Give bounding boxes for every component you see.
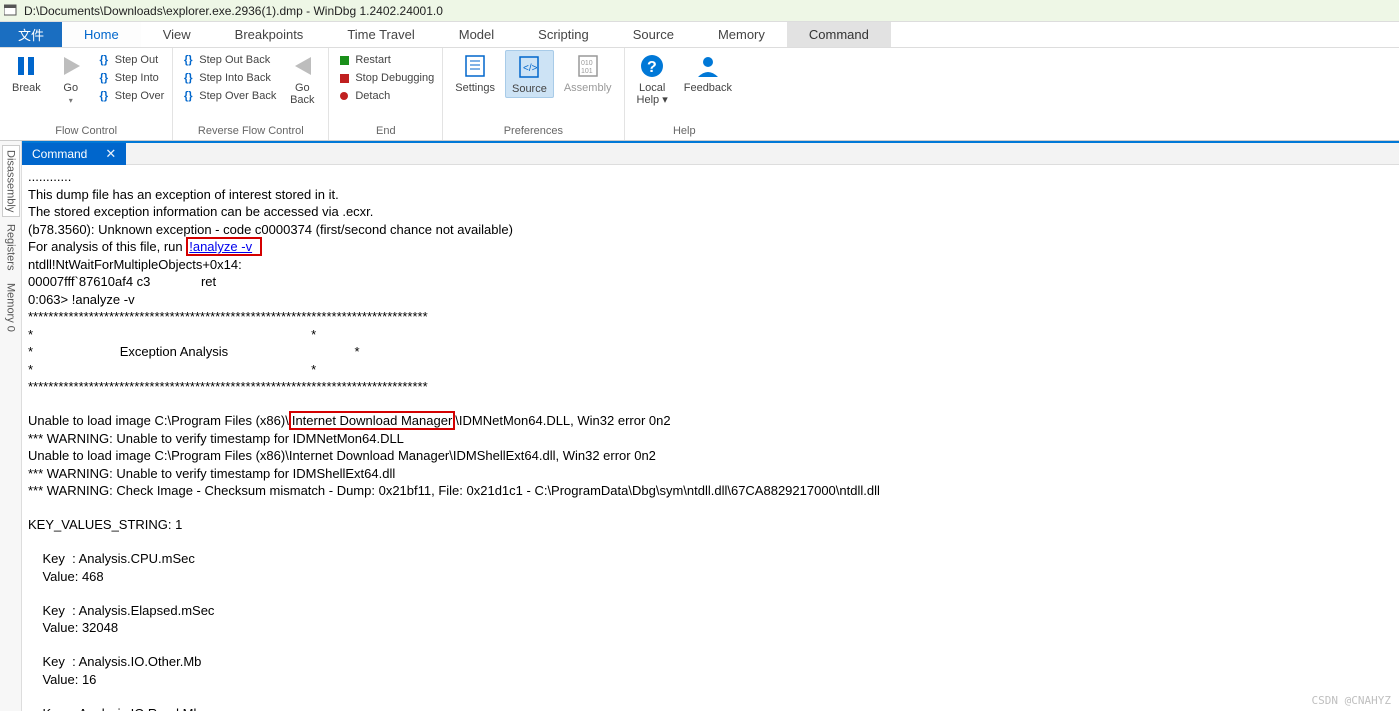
group-flow-control: Break Go ▾ {}Step Out {}Step Into {}Step… (0, 48, 173, 140)
step-over-back-icon: {} (181, 89, 195, 103)
side-tab-memory0[interactable]: Memory 0 (2, 278, 20, 337)
play-back-icon (288, 52, 316, 80)
highlight-idm: Internet Download Manager (289, 411, 455, 430)
ribbon-tabs: 文件 Home View Breakpoints Time Travel Mod… (0, 22, 1399, 48)
local-help-button[interactable]: ? Local Help ▾ (631, 50, 674, 108)
go-back-button[interactable]: Go Back (282, 50, 322, 108)
step-into-back-button[interactable]: {}Step Into Back (179, 70, 278, 86)
command-panel: Command ✕ ............ This dump file ha… (22, 141, 1399, 711)
source-button[interactable]: </> Source (505, 50, 554, 98)
group-preferences: Settings </> Source 010101 Assembly Pref… (443, 48, 624, 140)
step-over-button[interactable]: {}Step Over (95, 88, 167, 104)
step-out-back-icon: {} (181, 53, 195, 67)
restart-icon (337, 53, 351, 67)
tab-memory[interactable]: Memory (696, 22, 787, 47)
command-panel-tab[interactable]: Command ✕ (22, 143, 126, 165)
step-over-back-button[interactable]: {}Step Over Back (179, 88, 278, 104)
title-bar: D:\Documents\Downloads\explorer.exe.2936… (0, 0, 1399, 22)
stop-debugging-button[interactable]: Stop Debugging (335, 70, 436, 86)
step-out-icon: {} (97, 53, 111, 67)
group-help: ? Local Help ▾ Feedback Help (625, 48, 745, 140)
close-icon[interactable]: ✕ (105, 146, 116, 162)
tab-breakpoints[interactable]: Breakpoints (213, 22, 326, 47)
tab-scripting[interactable]: Scripting (516, 22, 611, 47)
svg-text:</>: </> (523, 63, 538, 74)
window-title: D:\Documents\Downloads\explorer.exe.2936… (24, 4, 443, 18)
chevron-down-icon: ▾ (69, 96, 73, 105)
step-out-button[interactable]: {}Step Out (95, 52, 167, 68)
group-reverse-flow: {}Step Out Back {}Step Into Back {}Step … (173, 48, 329, 140)
detach-button[interactable]: Detach (335, 88, 436, 104)
settings-button[interactable]: Settings (449, 50, 501, 96)
step-into-icon: {} (97, 71, 111, 85)
tab-home[interactable]: Home (62, 22, 141, 47)
break-button[interactable]: Break (6, 50, 47, 96)
feedback-icon (694, 52, 722, 80)
side-tab-strip: Disassembly Registers Memory 0 (0, 141, 22, 711)
command-panel-title: Command (32, 147, 87, 161)
tab-file[interactable]: 文件 (0, 22, 62, 47)
stop-icon (337, 71, 351, 85)
command-panel-header: Command ✕ (22, 143, 1399, 165)
ribbon: Break Go ▾ {}Step Out {}Step Into {}Step… (0, 48, 1399, 141)
command-output[interactable]: ............ This dump file has an excep… (22, 165, 1399, 711)
tab-source[interactable]: Source (611, 22, 696, 47)
help-icon: ? (638, 52, 666, 80)
go-button[interactable]: Go ▾ (51, 50, 91, 107)
watermark: CSDN @CNAHYZ (1312, 694, 1391, 707)
pause-icon (12, 52, 40, 80)
source-icon: </> (515, 53, 543, 81)
step-into-back-icon: {} (181, 71, 195, 85)
step-out-back-button[interactable]: {}Step Out Back (179, 52, 278, 68)
assembly-icon: 010101 (574, 52, 602, 80)
step-into-button[interactable]: {}Step Into (95, 70, 167, 86)
group-end: Restart Stop Debugging Detach End (329, 48, 443, 140)
side-tab-disassembly[interactable]: Disassembly (2, 145, 20, 217)
restart-button[interactable]: Restart (335, 52, 436, 68)
tab-view[interactable]: View (141, 22, 213, 47)
play-icon (57, 52, 85, 80)
analyze-link[interactable]: !analyze -v (189, 239, 252, 254)
settings-icon (461, 52, 489, 80)
tab-time-travel[interactable]: Time Travel (325, 22, 436, 47)
step-over-icon: {} (97, 89, 111, 103)
svg-text:101: 101 (581, 68, 593, 75)
tab-model[interactable]: Model (437, 22, 516, 47)
app-icon (4, 4, 18, 18)
assembly-button[interactable]: 010101 Assembly (558, 50, 618, 96)
svg-text:010: 010 (581, 60, 593, 67)
tab-command[interactable]: Command (787, 22, 891, 47)
side-tab-registers[interactable]: Registers (2, 219, 20, 275)
detach-icon (337, 89, 351, 103)
svg-text:?: ? (647, 59, 657, 76)
feedback-button[interactable]: Feedback (678, 50, 738, 96)
workspace: Disassembly Registers Memory 0 Command ✕… (0, 141, 1399, 711)
